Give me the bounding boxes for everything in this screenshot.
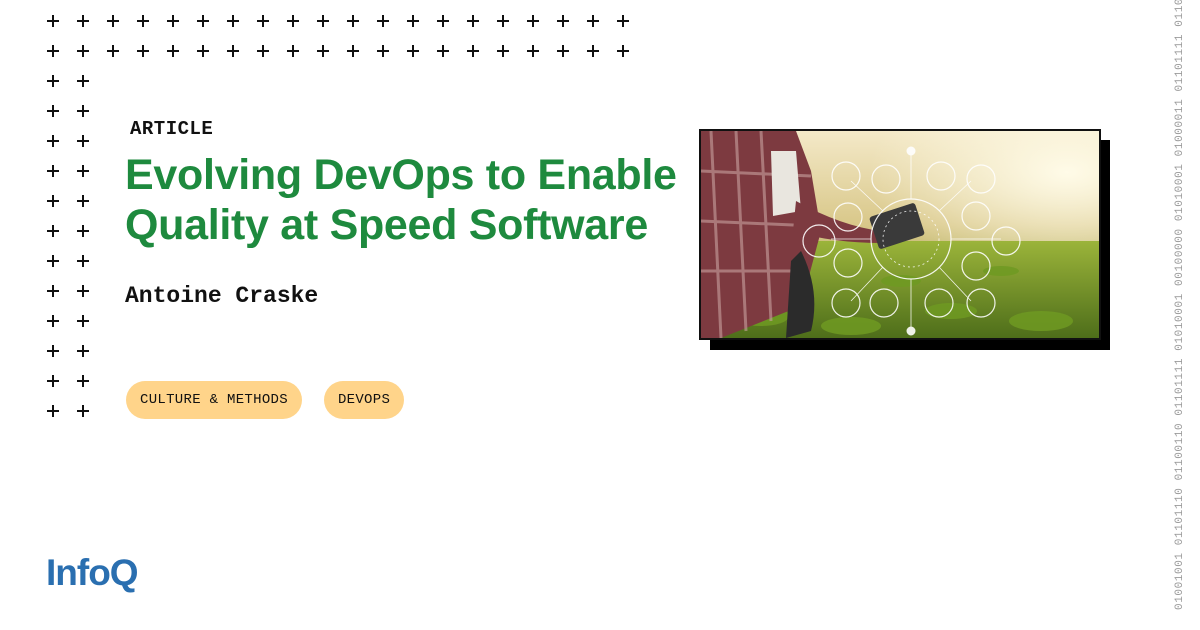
plus-mark [287, 45, 299, 57]
plus-mark [587, 45, 599, 57]
plus-mark [77, 225, 89, 237]
infoq-logo[interactable]: InfoQ [46, 552, 139, 594]
plus-mark [77, 345, 89, 357]
plus-mark [47, 105, 59, 117]
plus-mark [617, 45, 629, 57]
plus-mark [47, 315, 59, 327]
plus-mark [557, 45, 569, 57]
plus-mark [47, 225, 59, 237]
plus-mark [497, 15, 509, 27]
plus-mark [197, 45, 209, 57]
plus-mark [47, 135, 59, 147]
content-type-label: ARTICLE [130, 118, 214, 140]
plus-mark [377, 45, 389, 57]
article-title[interactable]: Evolving DevOps to Enable Quality at Spe… [125, 150, 695, 250]
plus-mark [137, 45, 149, 57]
plus-mark [587, 15, 599, 27]
plus-mark [617, 15, 629, 27]
plus-mark [407, 45, 419, 57]
author-name[interactable]: Antoine Craske [125, 283, 318, 309]
plus-mark [47, 345, 59, 357]
plus-mark [47, 195, 59, 207]
plus-mark [287, 15, 299, 27]
binary-code-strip: 01001001 01101110 01100110 01101111 0101… [1174, 0, 1186, 610]
plus-mark [77, 165, 89, 177]
smart-farming-illustration [701, 131, 1099, 338]
plus-mark [527, 15, 539, 27]
plus-mark [77, 105, 89, 117]
hero-image-frame [699, 129, 1101, 340]
tag-culture-methods[interactable]: CULTURE & METHODS [126, 381, 302, 419]
plus-mark [77, 45, 89, 57]
plus-mark [257, 15, 269, 27]
plus-mark [47, 255, 59, 267]
plus-mark [407, 15, 419, 27]
plus-mark [377, 15, 389, 27]
plus-mark [47, 165, 59, 177]
plus-mark [47, 405, 59, 417]
plus-mark [257, 45, 269, 57]
plus-mark [47, 15, 59, 27]
plus-mark [527, 45, 539, 57]
plus-mark [167, 15, 179, 27]
plus-mark [47, 285, 59, 297]
plus-mark [347, 45, 359, 57]
plus-mark [47, 45, 59, 57]
hero-image [699, 129, 1110, 350]
plus-mark [77, 75, 89, 87]
plus-mark [77, 255, 89, 267]
plus-mark [227, 15, 239, 27]
plus-mark [137, 15, 149, 27]
plus-mark [77, 195, 89, 207]
plus-mark [77, 405, 89, 417]
plus-mark [47, 75, 59, 87]
plus-mark [77, 375, 89, 387]
plus-mark [467, 15, 479, 27]
plus-mark [77, 315, 89, 327]
plus-mark [227, 45, 239, 57]
plus-mark [437, 15, 449, 27]
plus-mark [317, 15, 329, 27]
plus-mark [107, 45, 119, 57]
plus-mark [77, 15, 89, 27]
plus-mark [107, 15, 119, 27]
plus-mark [437, 45, 449, 57]
plus-mark [47, 375, 59, 387]
plus-mark [497, 45, 509, 57]
plus-mark [557, 15, 569, 27]
plus-mark [167, 45, 179, 57]
plus-mark [77, 135, 89, 147]
plus-mark [197, 15, 209, 27]
plus-mark [77, 285, 89, 297]
plus-mark [317, 45, 329, 57]
plus-mark [347, 15, 359, 27]
topic-tags: CULTURE & METHODS DEVOPS [126, 381, 405, 419]
tag-devops[interactable]: DEVOPS [323, 381, 405, 419]
plus-mark [467, 45, 479, 57]
